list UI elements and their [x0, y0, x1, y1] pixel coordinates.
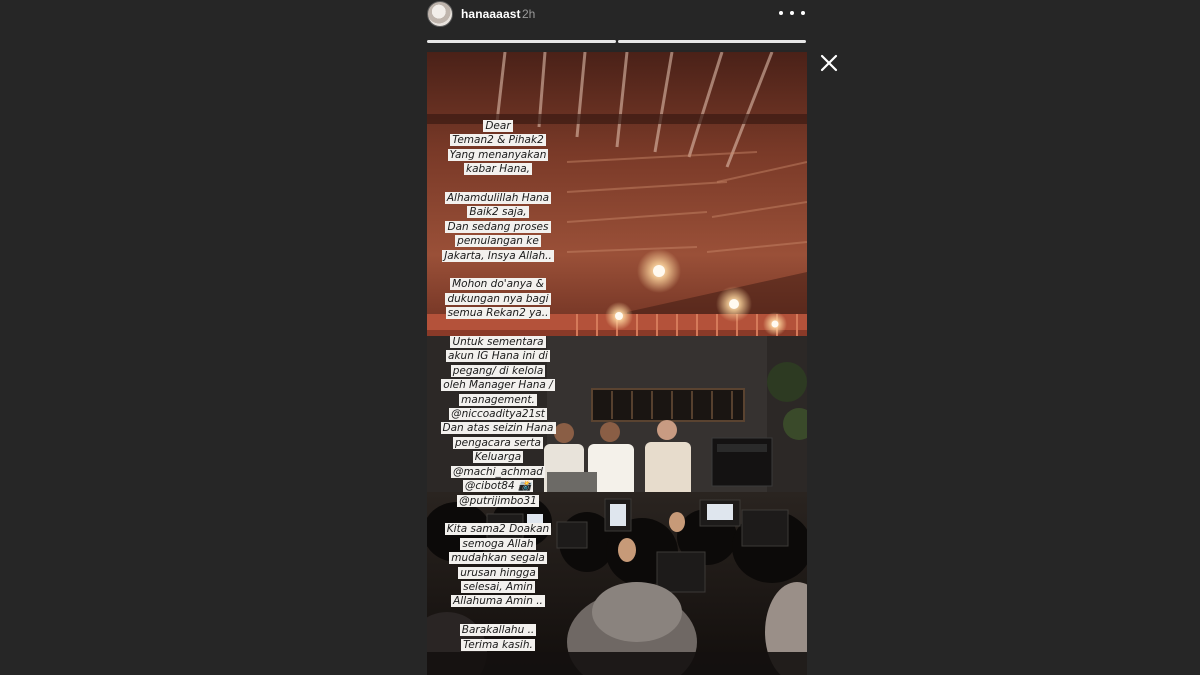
- caption-line: pemulangan ke: [455, 235, 541, 248]
- progress-segment: [427, 40, 616, 43]
- story-caption: Dear Teman2 & Pihak2 Yang menanyakan kabar …: [427, 119, 569, 666]
- more-dot: [801, 11, 805, 15]
- caption-line: Keluarga: [472, 451, 524, 464]
- caption-line: kabar Hana,: [463, 163, 533, 176]
- more-options-icon[interactable]: [779, 4, 805, 22]
- caption-line: Baik2 saja,: [467, 206, 529, 219]
- caption-line: Teman2 & Pihak2: [450, 134, 546, 147]
- caption-line: semoga Allah: [460, 537, 536, 550]
- caption-line: Allahuma Amin ..: [451, 595, 545, 608]
- profile-avatar[interactable]: [427, 1, 453, 27]
- close-glyph: [820, 54, 838, 72]
- caption-line: pegang/ di kelola: [450, 364, 546, 377]
- caption-line: @niccoaditya21st: [449, 408, 547, 421]
- caption-line: Terima kasih.: [461, 638, 535, 651]
- caption-line: akun IG Hana ini di: [446, 350, 550, 363]
- caption-line: @cibot84 📸: [462, 480, 534, 493]
- story-media[interactable]: Dear Teman2 & Pihak2 Yang menanyakan kabar …: [427, 52, 807, 675]
- caption-line: Yang menanyakan: [447, 148, 549, 161]
- caption-line: mudahkan segala: [449, 552, 547, 565]
- caption-line: Dan sedang proses: [445, 220, 551, 233]
- caption-line: Dan atas seizin Hana: [440, 422, 556, 435]
- caption-paragraph: Alhamdulillah Hana Baik2 saja, Dan sedang …: [427, 191, 569, 263]
- story-header: hanaaaast 2h: [427, 0, 807, 30]
- caption-line: dukungan nya bagi: [445, 292, 551, 305]
- more-dot: [790, 11, 794, 15]
- caption-line: urusan hingga: [458, 566, 538, 579]
- more-dot: [779, 11, 783, 15]
- caption-line: Mohon do'anya &: [450, 278, 546, 291]
- username-link[interactable]: hanaaaast: [461, 7, 521, 21]
- caption-line: Barakallahu ..: [459, 624, 537, 637]
- progress-segment: [617, 40, 806, 43]
- caption-line: Kita sama2 Doakan: [444, 523, 552, 536]
- caption-line: management.: [459, 393, 537, 406]
- story-progress-bar: [427, 40, 806, 43]
- close-icon[interactable]: [818, 52, 840, 74]
- caption-paragraph: Barakallahu .. Terima kasih.: [427, 623, 569, 652]
- caption-line: Jakarta, Insya Allah..: [442, 249, 554, 262]
- progress-fill: [617, 40, 806, 43]
- caption-paragraph: Kita sama2 Doakan semoga Allah mudahkan se…: [427, 522, 569, 608]
- caption-line: Dear: [483, 120, 513, 132]
- caption-line: @putrijimbo31: [457, 494, 539, 507]
- caption-line: @machi_achmad: [451, 465, 545, 478]
- caption-paragraph: Dear Teman2 & Pihak2 Yang menanyakan kabar …: [427, 119, 569, 177]
- caption-line: Alhamdulillah Hana: [444, 192, 552, 205]
- caption-line: selesai, Amin: [461, 580, 535, 593]
- caption-line: Untuk sementara: [450, 336, 546, 349]
- caption-line: semua Rekan2 ya..: [445, 307, 551, 320]
- story-viewer: hanaaaast 2h Dear Teman2 & Pihak2 Yang m…: [0, 0, 1200, 675]
- caption-line: oleh Manager Hana /: [441, 379, 555, 392]
- progress-fill: [427, 40, 616, 43]
- caption-line: pengacara serta: [453, 436, 543, 449]
- caption-paragraph: Untuk sementara akun IG Hana ini di pegang…: [427, 335, 569, 508]
- post-timestamp: 2h: [522, 7, 536, 21]
- caption-paragraph: Mohon do'anya & dukungan nya bagi semua Re…: [427, 277, 569, 320]
